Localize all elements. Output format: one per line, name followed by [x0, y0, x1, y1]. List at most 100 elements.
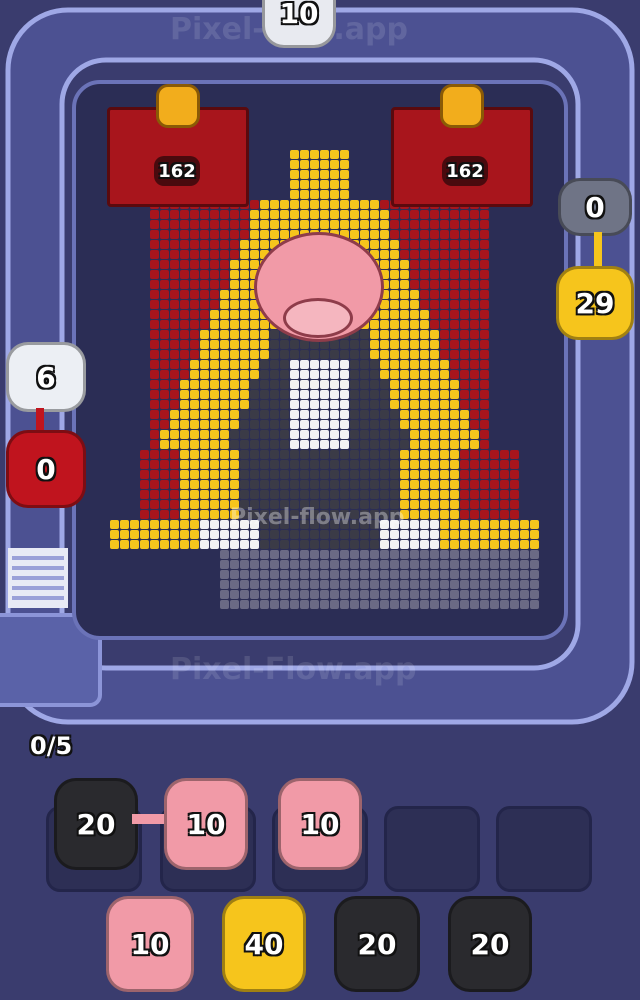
pixel: [160, 370, 169, 379]
pixel: [190, 380, 199, 389]
pixel: [320, 350, 329, 359]
pixel: [180, 240, 189, 249]
pixel: [260, 580, 269, 589]
pixel: [480, 300, 489, 309]
reserve-shooter-4[interactable]: 20: [448, 896, 532, 992]
pixel: [220, 480, 229, 489]
pixel: [400, 240, 409, 249]
pixel: [330, 480, 339, 489]
pixel: [460, 400, 469, 409]
pixel: [200, 390, 209, 399]
pixel: [290, 360, 299, 369]
pixel: [280, 220, 289, 229]
pixel: [310, 560, 319, 569]
pixel: [150, 380, 159, 389]
reserve-shooter-3[interactable]: 20: [334, 896, 420, 992]
pixel: [280, 480, 289, 489]
pixel: [320, 360, 329, 369]
pixel: [340, 470, 349, 479]
pixel: [250, 350, 259, 359]
pixel: [480, 350, 489, 359]
pixel: [320, 390, 329, 399]
pixel: [510, 540, 519, 549]
pixel: [230, 460, 239, 469]
pixel: [350, 210, 359, 219]
pixel: [400, 420, 409, 429]
pixel: [460, 590, 469, 599]
pixel: [470, 500, 479, 509]
pixel: [430, 490, 439, 499]
pixel: [470, 330, 479, 339]
pixel: [170, 250, 179, 259]
pixel: [160, 450, 169, 459]
pixel: [480, 380, 489, 389]
chest-left: 162: [107, 84, 249, 207]
pixel: [480, 290, 489, 299]
pixel: [210, 250, 219, 259]
pixel: [500, 540, 509, 549]
pixel: [330, 570, 339, 579]
pixel: [170, 530, 179, 539]
pixel: [210, 210, 219, 219]
pixel: [370, 330, 379, 339]
shooter-right-1[interactable]: 0: [558, 178, 632, 236]
pixel: [310, 460, 319, 469]
pixel: [240, 290, 249, 299]
queue-slot-5[interactable]: [496, 806, 592, 892]
pixel: [490, 530, 499, 539]
pixel: [180, 270, 189, 279]
queue-shooter-1-count: 20: [76, 807, 116, 841]
pixel: [250, 450, 259, 459]
pixel: [340, 430, 349, 439]
pixel: [480, 550, 489, 559]
queue-shooter-3[interactable]: 10: [278, 778, 362, 870]
pixel: [470, 230, 479, 239]
pixel: [210, 220, 219, 229]
pixel: [150, 410, 159, 419]
pixel: [430, 410, 439, 419]
pixel: [460, 370, 469, 379]
shooter-left-2[interactable]: 0: [6, 430, 86, 508]
pixel: [370, 450, 379, 459]
pixel: [170, 430, 179, 439]
pixel: [490, 580, 499, 589]
pixel: [330, 560, 339, 569]
reserve-shooter-2[interactable]: 40: [222, 896, 306, 992]
pixel: [390, 530, 399, 539]
queue-shooter-2-count: 10: [186, 807, 226, 841]
pixel: [360, 600, 369, 609]
pixel: [180, 470, 189, 479]
shooter-right-2[interactable]: 29: [556, 266, 634, 340]
pixel: [240, 570, 249, 579]
pixel: [400, 460, 409, 469]
pixel: [140, 480, 149, 489]
pixel: [160, 460, 169, 469]
pixel: [160, 280, 169, 289]
pixel: [360, 430, 369, 439]
pixel: [230, 240, 239, 249]
queue-shooter-1[interactable]: 20: [54, 778, 138, 870]
pixel: [330, 530, 339, 539]
shooter-left-1[interactable]: 6: [6, 342, 86, 412]
reserve-shooter-1[interactable]: 10: [106, 896, 194, 992]
pixel: [230, 550, 239, 559]
pixel: [340, 160, 349, 169]
pixel: [450, 420, 459, 429]
queue-slot-4[interactable]: [384, 806, 480, 892]
pixel: [400, 480, 409, 489]
pixel: [380, 220, 389, 229]
pixel: [440, 520, 449, 529]
pixel: [340, 570, 349, 579]
pixel: [410, 250, 419, 259]
queue-shooter-2[interactable]: 10: [164, 778, 248, 870]
pixel: [360, 340, 369, 349]
shooter-top[interactable]: 10: [262, 0, 336, 48]
pixel: [290, 570, 299, 579]
pixel: [280, 210, 289, 219]
pixel: [520, 590, 529, 599]
shooter-right-1-count: 0: [585, 190, 605, 224]
pixel: [240, 390, 249, 399]
pixel: [450, 580, 459, 589]
pixel: [220, 430, 229, 439]
pixel: [330, 600, 339, 609]
